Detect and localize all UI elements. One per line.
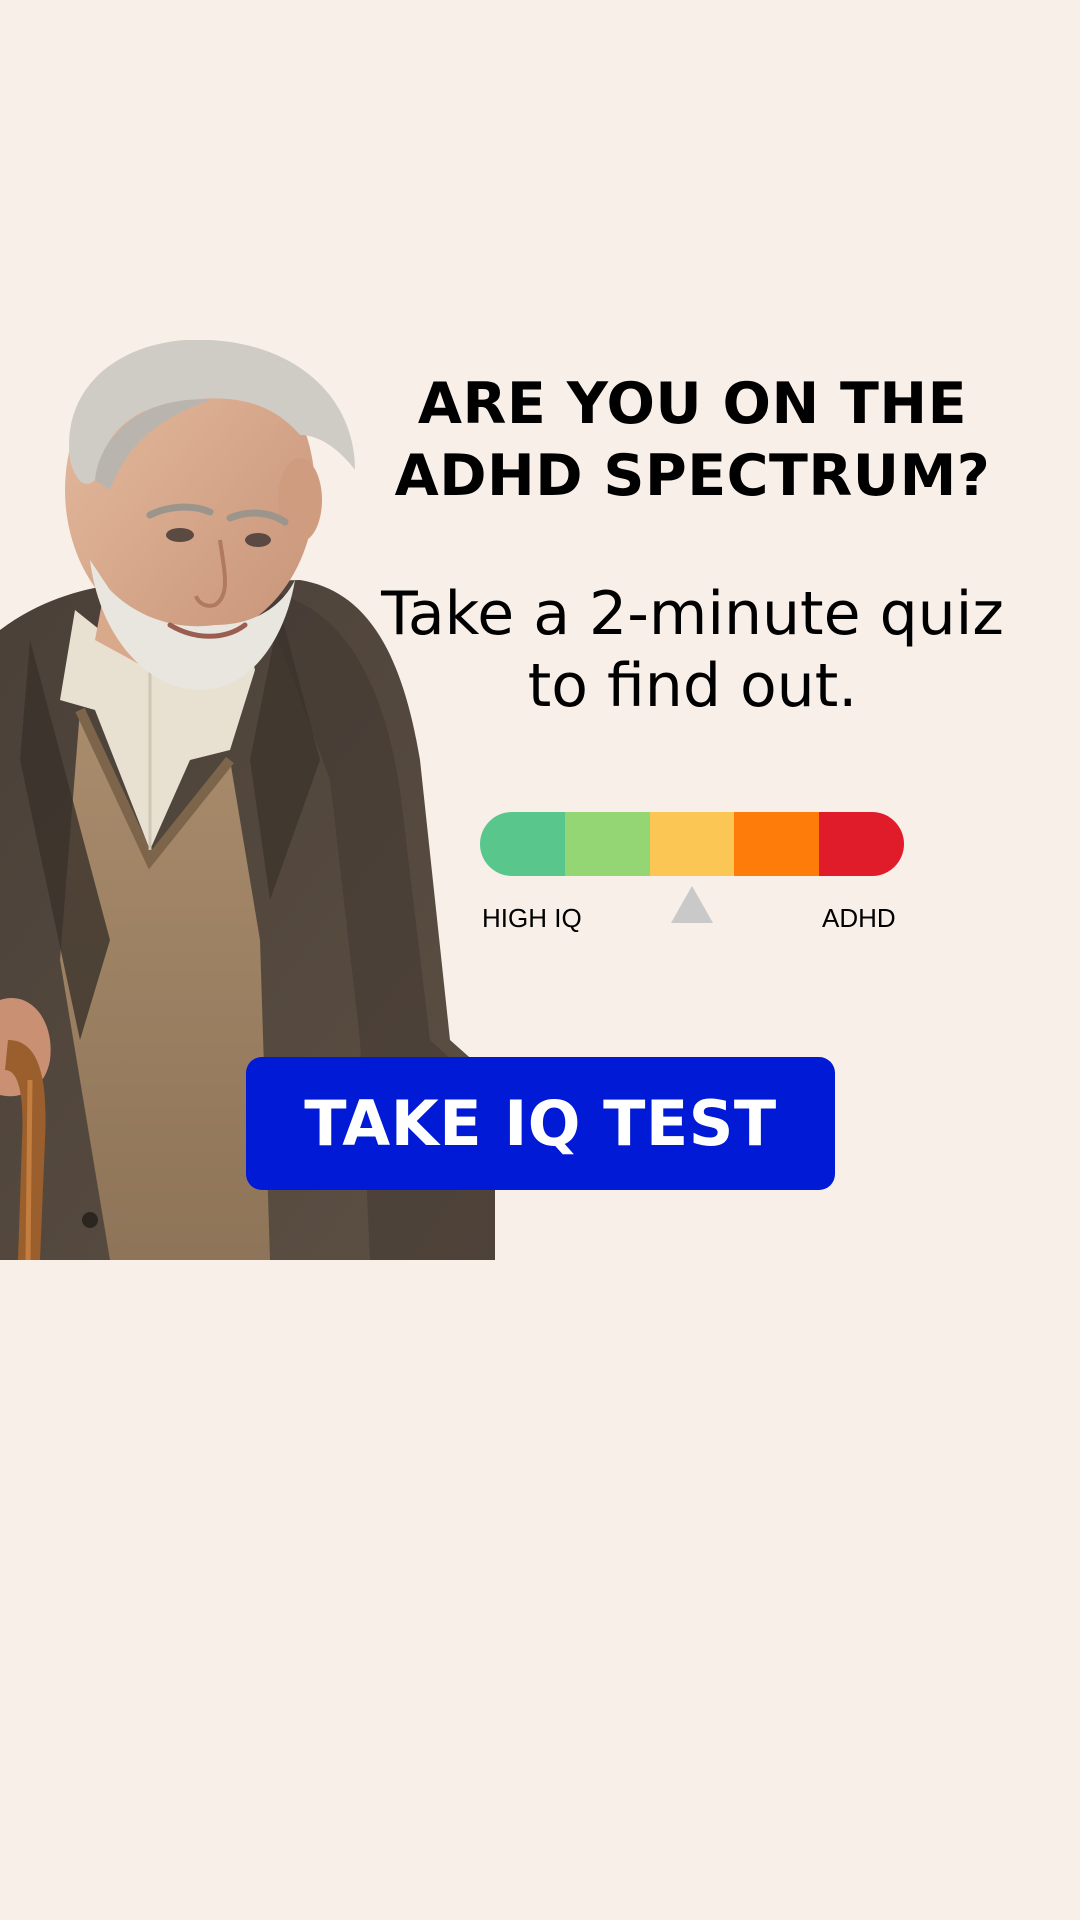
spectrum-meter — [480, 812, 904, 876]
meter-segment-2 — [564, 812, 650, 876]
meter-label-left: HIGH IQ — [482, 903, 582, 933]
headline-line-2: ADHD SPECTRUM? — [394, 443, 991, 509]
meter-label-right: ADHD — [822, 903, 896, 933]
meter-segment-4 — [734, 812, 820, 876]
headline: ARE YOU ON THE ADHD SPECTRUM? — [380, 368, 1005, 512]
headline-line-1: ARE YOU ON THE — [417, 371, 968, 437]
meter-segment-5 — [819, 812, 904, 876]
meter-segment-3 — [649, 812, 735, 876]
subheadline: Take a 2-minute quiz to find out. — [380, 578, 1005, 722]
meter-pointer-icon — [671, 886, 713, 923]
subheadline-line-1: Take a 2-minute quiz — [381, 579, 1004, 649]
take-iq-test-button[interactable]: TAKE IQ TEST — [246, 1057, 835, 1190]
meter-segment-1 — [480, 812, 565, 876]
subheadline-line-2: to find out. — [527, 651, 858, 721]
